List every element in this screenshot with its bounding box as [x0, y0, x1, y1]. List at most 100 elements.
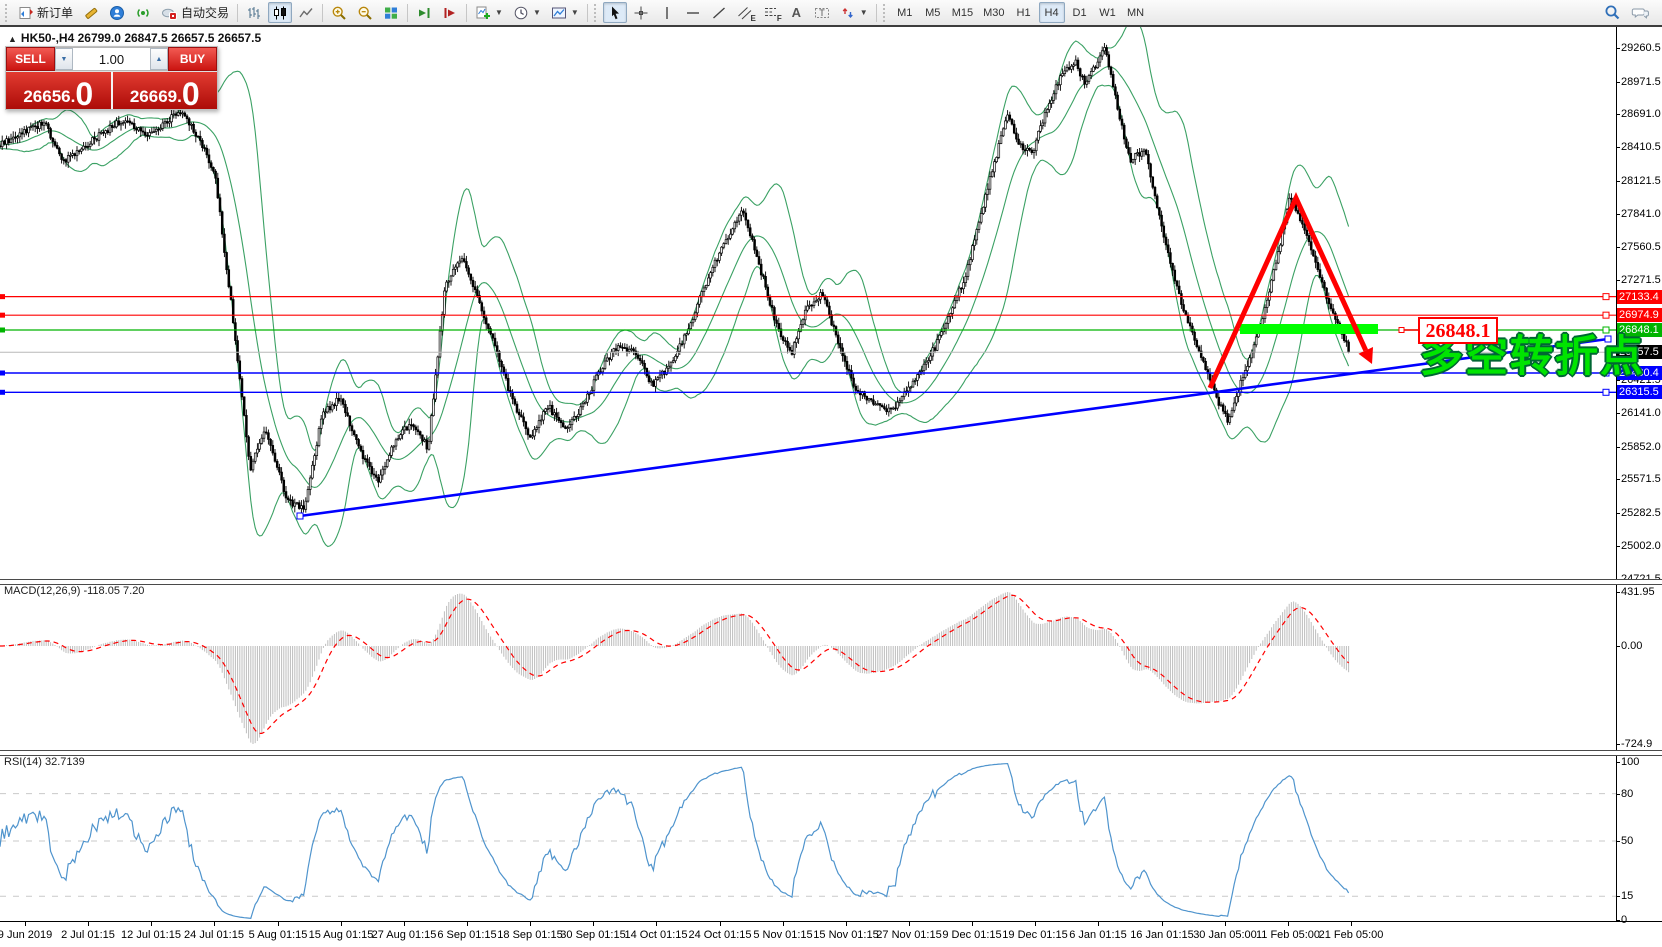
time-axis-label: 12 Jul 01:15 [121, 929, 181, 941]
time-axis-tickmark [972, 921, 973, 926]
time-axis-label: 24 Jul 01:15 [184, 929, 244, 941]
time-axis-label: 30 Sep 01:15 [560, 929, 625, 941]
time-axis-label: 6 Jan 01:15 [1069, 929, 1127, 941]
bar-chart-button[interactable] [242, 2, 266, 23]
timeframe-button-mn[interactable]: MN [1123, 2, 1149, 23]
sell-price-main: 26656 [23, 88, 70, 105]
chart-title: ▲HK50-,H4 26799.0 26847.5 26657.5 26657.… [8, 31, 261, 45]
templates-button[interactable]: ▼ [547, 2, 583, 23]
rsi-axis-tickmark [1616, 794, 1620, 795]
rsi-indicator-panel[interactable] [0, 755, 1616, 921]
sell-price-tile[interactable]: 26656.0 [6, 72, 113, 109]
timeframe-button-h1[interactable]: H1 [1011, 2, 1037, 23]
time-axis-label: 24 Oct 01:15 [689, 929, 752, 941]
macd-axis-tickmark [1616, 592, 1620, 593]
chart-shift-button[interactable] [438, 2, 462, 23]
timeframe-button-m1[interactable]: M1 [892, 2, 918, 23]
crosshair-button[interactable] [629, 2, 653, 23]
indicators-button[interactable]: ▼ [471, 2, 507, 23]
time-axis-tickmark [783, 921, 784, 926]
rsi-axis-tickmark [1616, 841, 1620, 842]
timeframe-button-m30[interactable]: M30 [979, 2, 1008, 23]
toolbar-separator [407, 4, 408, 22]
time-axis-label: 5 Nov 01:15 [753, 929, 812, 941]
volume-input[interactable]: 1.00 [73, 48, 150, 70]
price-axis-tick: 28121.5 [1621, 175, 1661, 187]
tile-windows-button[interactable] [379, 2, 403, 23]
zoom-in-button[interactable] [327, 2, 351, 23]
community-button[interactable] [105, 2, 129, 23]
timeframe-button-h4[interactable]: H4 [1039, 2, 1065, 23]
timeframe-button-d1[interactable]: D1 [1067, 2, 1093, 23]
buy-price-big-digit: 0 [182, 81, 200, 107]
price-callout-box[interactable]: 26848.1 [1418, 317, 1498, 344]
arrows-button[interactable]: ▼ [836, 2, 872, 23]
time-axis-label: 30 Jan 05:00 [1193, 929, 1257, 941]
price-axis-tick: 28971.5 [1621, 76, 1661, 88]
time-axis-border [0, 921, 1662, 922]
line-chart-button[interactable] [294, 2, 318, 23]
buy-button[interactable]: BUY [168, 47, 217, 71]
sell-button[interactable]: SELL [6, 47, 55, 71]
time-axis-label: 21 Feb 05:00 [1319, 929, 1384, 941]
text-label-button[interactable]: T [810, 2, 834, 23]
cursor-button[interactable] [603, 2, 627, 23]
price-axis-tickmark [1616, 114, 1620, 115]
cursor-arrow-icon [607, 5, 623, 21]
price-level-label: 27133.4 [1617, 290, 1662, 304]
price-axis-tick: 26141.0 [1621, 407, 1661, 419]
main-price-chart[interactable] [0, 27, 1616, 579]
chat-button[interactable] [1627, 2, 1654, 23]
signals-button[interactable] [131, 2, 155, 23]
volume-down-button[interactable]: ▼ [55, 48, 73, 70]
toolbar-grip [883, 4, 888, 22]
line-chart-icon [298, 5, 314, 21]
horizontal-line-button[interactable] [681, 2, 705, 23]
timeframe-button-m15[interactable]: M15 [948, 2, 977, 23]
new-order-button[interactable]: 新订单 [14, 2, 77, 23]
buy-price-tile[interactable]: 26669.0 [113, 72, 218, 109]
mt4-window: 新订单 自动交易 [0, 0, 1662, 947]
search-button[interactable] [1600, 2, 1625, 23]
rsi-axis-tick: 50 [1621, 835, 1633, 847]
panel-splitter[interactable] [0, 579, 1662, 585]
text-button[interactable]: A [785, 2, 808, 23]
price-axis-tick: 27841.0 [1621, 208, 1661, 220]
metaeditor-button[interactable] [79, 2, 103, 23]
trendline-button[interactable] [707, 2, 731, 23]
time-axis-tickmark [846, 921, 847, 926]
signals-sonar-icon [135, 5, 151, 21]
time-axis-label: 18 Sep 01:15 [497, 929, 562, 941]
volume-up-button[interactable]: ▲ [150, 48, 168, 70]
rsi-axis-tick: 80 [1621, 788, 1633, 800]
timeframe-button-m5[interactable]: M5 [920, 2, 946, 23]
time-axis-tickmark [1162, 921, 1163, 926]
macd-indicator-panel[interactable] [0, 584, 1616, 750]
toolbar-separator [322, 4, 323, 22]
price-axis-tick: 25852.0 [1621, 441, 1661, 453]
timeframe-button-w1[interactable]: W1 [1095, 2, 1121, 23]
periods-button[interactable]: ▼ [509, 2, 545, 23]
template-chart-icon [551, 5, 567, 21]
time-axis-label: 9 Dec 01:15 [942, 929, 1001, 941]
zoom-out-button[interactable] [353, 2, 377, 23]
auto-scroll-button[interactable] [412, 2, 436, 23]
macd-axis-tick: -724.9 [1621, 738, 1652, 750]
time-axis-tickmark [656, 921, 657, 926]
fibonacci-button[interactable]: F [759, 2, 783, 23]
chart-shift-icon [442, 5, 458, 21]
horizontal-line-icon [685, 5, 701, 21]
trendline-icon [711, 5, 727, 21]
auto-trading-button[interactable]: 自动交易 [157, 2, 233, 23]
price-axis-tickmark [1616, 513, 1620, 514]
vertical-line-button[interactable] [655, 2, 679, 23]
time-axis-tickmark [720, 921, 721, 926]
candlestick-chart-button[interactable] [268, 2, 292, 23]
macd-axis-tickmark [1616, 646, 1620, 647]
toolbar-separator [876, 4, 877, 22]
time-axis-tickmark [1098, 921, 1099, 926]
equidistant-channel-button[interactable]: E [733, 2, 757, 23]
time-axis-tickmark [88, 921, 89, 926]
indicators-icon [475, 5, 491, 21]
panel-splitter[interactable] [0, 750, 1662, 756]
